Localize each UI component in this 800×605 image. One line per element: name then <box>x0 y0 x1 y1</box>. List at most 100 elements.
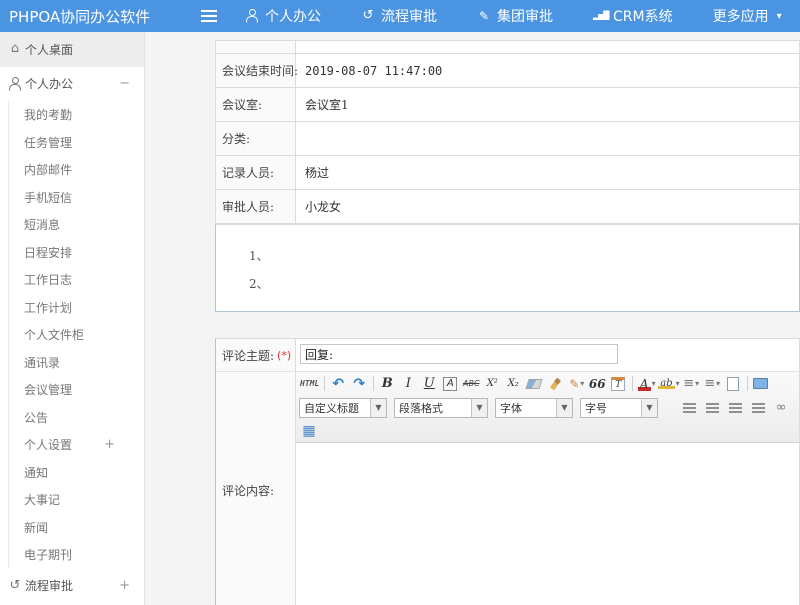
dropdown-caret-icon: ▾ <box>716 379 720 388</box>
sidebar-item-internal-mail[interactable]: 内部邮件 <box>8 156 144 184</box>
expand-toggle-icon[interactable]: + <box>119 578 130 593</box>
hamburger-menu-icon[interactable] <box>201 10 217 12</box>
link-icon[interactable]: ∞ <box>771 399 792 417</box>
editor-toolbar: HTML ↶ ↷ B <box>296 372 799 443</box>
toolbar-separator <box>632 376 633 391</box>
font-size-select[interactable]: 字号 ▼ <box>580 398 658 418</box>
nav-group-approval[interactable]: ✎ 集团审批 <box>477 6 561 26</box>
sidebar-item-mobile-sms[interactable]: 手机短信 <box>8 184 144 212</box>
sidebar-item-my-attendance[interactable]: 我的考勤 <box>8 101 144 129</box>
quick-format-icon[interactable] <box>545 375 566 393</box>
sidebar: ⌂ 个人桌面 个人办公 − 我的考勤 任务管理 内部邮件 手机短信 短消息 <box>0 32 145 605</box>
home-icon: ⌂ <box>8 42 22 56</box>
align-center-icon[interactable] <box>702 399 723 417</box>
sidebar-item-meeting-management[interactable]: 会议管理 <box>8 376 144 404</box>
subject-input[interactable] <box>300 344 618 364</box>
nav-label: CRM系统 <box>613 6 673 26</box>
italic-icon[interactable]: I <box>398 375 419 393</box>
insert-table-icon[interactable]: ▦ <box>299 422 320 440</box>
sidebar-item-news[interactable]: 新闻 <box>8 514 144 542</box>
eraser-icon[interactable] <box>524 375 545 393</box>
toolbar-row-2: 自定义标题 ▼ 段落格式 ▼ 字体 ▼ 字号 <box>299 394 796 421</box>
sidebar-item-personal-office[interactable]: 个人办公 − <box>0 67 144 102</box>
new-document-icon[interactable] <box>723 375 744 393</box>
sidebar-item-label: 短消息 <box>24 216 60 233</box>
sidebar-item-notice[interactable]: 通知 <box>8 459 144 487</box>
sidebar-item-e-journal[interactable]: 电子期刊 <box>8 541 144 569</box>
editor-content[interactable] <box>296 443 799 605</box>
toolbar-separator <box>324 376 325 391</box>
nav-label: 集团审批 <box>497 6 553 26</box>
sidebar-item-personal-files[interactable]: 个人文件柜 <box>8 321 144 349</box>
dropdown-arrow-icon: ▼ <box>471 399 487 417</box>
font-style-icon[interactable]: A <box>440 375 461 393</box>
content-line: 2、 <box>249 270 799 298</box>
sidebar-item-label: 个人办公 <box>25 75 73 92</box>
sidebar-item-workflow-approval[interactable]: ↺ 流程审批 + <box>0 569 144 604</box>
sidebar-item-personal-settings[interactable]: 个人设置 + <box>8 431 144 459</box>
paste-from-word-icon[interactable]: T <box>608 375 629 393</box>
sidebar-item-label: 工作日志 <box>24 271 72 288</box>
bold-icon[interactable]: B <box>377 375 398 393</box>
process-icon: ↺ <box>361 9 375 23</box>
align-left-icon[interactable] <box>679 399 700 417</box>
sidebar-item-announcement[interactable]: 公告 <box>8 404 144 432</box>
nav-crm-system[interactable]: ▂▅█ CRM系统 <box>593 6 681 26</box>
sidebar-item-label: 个人设置 <box>24 436 72 453</box>
sidebar-item-label: 大事记 <box>24 491 60 508</box>
sidebar-item-label: 手机短信 <box>24 189 72 206</box>
app-window: PHPOA协同办公软件 个人办公 ↺ 流程审批 ✎ 集团审批 ▂▅█ CRM系统 <box>0 0 800 605</box>
strikethrough-icon[interactable]: ABC <box>461 375 482 393</box>
subscript-icon[interactable]: X₂ <box>503 375 524 393</box>
table-row: 会议结束时间: 2019-08-07 11:47:00 <box>216 54 799 88</box>
edit-icon: ✎ <box>477 9 491 23</box>
table-row: 会议室: 会议室1 <box>216 88 799 122</box>
sidebar-item-task-management[interactable]: 任务管理 <box>8 129 144 157</box>
font-family-select[interactable]: 字体 ▼ <box>495 398 573 418</box>
content-line: 1、 <box>249 242 799 270</box>
highlight-color-icon[interactable]: ab▾ <box>657 375 680 393</box>
sidebar-item-work-log[interactable]: 工作日志 <box>8 266 144 294</box>
toolbar-separator <box>747 376 748 391</box>
undo-icon[interactable]: ↶ <box>328 375 349 393</box>
sidebar-item-schedule[interactable]: 日程安排 <box>8 239 144 267</box>
format-painter-icon[interactable]: ✎▾ <box>566 375 587 393</box>
fullscreen-icon[interactable] <box>751 375 772 393</box>
redo-icon[interactable]: ↷ <box>349 375 370 393</box>
comment-subject-label: 评论主题: (*) <box>216 339 296 371</box>
field-label: 审批人员: <box>216 190 296 223</box>
expand-toggle-icon[interactable]: − <box>119 76 130 91</box>
sidebar-item-label: 流程审批 <box>25 577 73 594</box>
align-right-icon[interactable] <box>725 399 746 417</box>
top-nav: 个人办公 ↺ 流程审批 ✎ 集团审批 ▂▅█ CRM系统 更多应用 ▾ <box>245 6 782 26</box>
sidebar-item-work-plan[interactable]: 工作计划 <box>8 294 144 322</box>
nav-workflow-approval[interactable]: ↺ 流程审批 <box>361 6 445 26</box>
unordered-list-icon[interactable]: ≡▾ <box>702 375 723 393</box>
html-source-button[interactable]: HTML <box>299 375 321 393</box>
sidebar-item-personal-desktop[interactable]: ⌂ 个人桌面 <box>0 32 144 67</box>
toolbar-row-3: ▦ <box>299 421 796 440</box>
paragraph-format-select[interactable]: 段落格式 ▼ <box>394 398 488 418</box>
superscript-icon[interactable]: X² <box>482 375 503 393</box>
sidebar-item-label: 个人桌面 <box>25 41 73 58</box>
sidebar-item-contacts[interactable]: 通讯录 <box>8 349 144 377</box>
nav-more-apps[interactable]: 更多应用 ▾ <box>713 6 782 26</box>
dropdown-arrow-icon: ▼ <box>556 399 572 417</box>
underline-icon[interactable]: U <box>419 375 440 393</box>
meeting-detail-table: 会议结束时间: 2019-08-07 11:47:00 会议室: 会议室1 分类… <box>215 40 800 224</box>
field-label: 会议结束时间: <box>216 54 296 87</box>
unlink-icon[interactable]: ∞ <box>794 399 800 417</box>
sidebar-item-major-events[interactable]: 大事记 <box>8 486 144 514</box>
blockquote-icon[interactable]: 66 <box>587 375 608 393</box>
font-color-icon[interactable]: A▾ <box>636 375 657 393</box>
nav-personal-office[interactable]: 个人办公 <box>245 6 329 26</box>
heading-select[interactable]: 自定义标题 ▼ <box>299 398 387 418</box>
sidebar-item-label: 任务管理 <box>24 134 72 151</box>
top-header: PHPOA协同办公软件 个人办公 ↺ 流程审批 ✎ 集团审批 ▂▅█ CRM系统 <box>0 0 800 32</box>
expand-toggle-icon[interactable]: + <box>104 437 115 452</box>
bar-chart-icon: ▂▅█ <box>593 9 607 23</box>
ordered-list-icon[interactable]: ≡▾ <box>681 375 702 393</box>
justify-icon[interactable] <box>748 399 769 417</box>
sidebar-item-short-message[interactable]: 短消息 <box>8 211 144 239</box>
table-row: 审批人员: 小龙女 <box>216 190 799 224</box>
